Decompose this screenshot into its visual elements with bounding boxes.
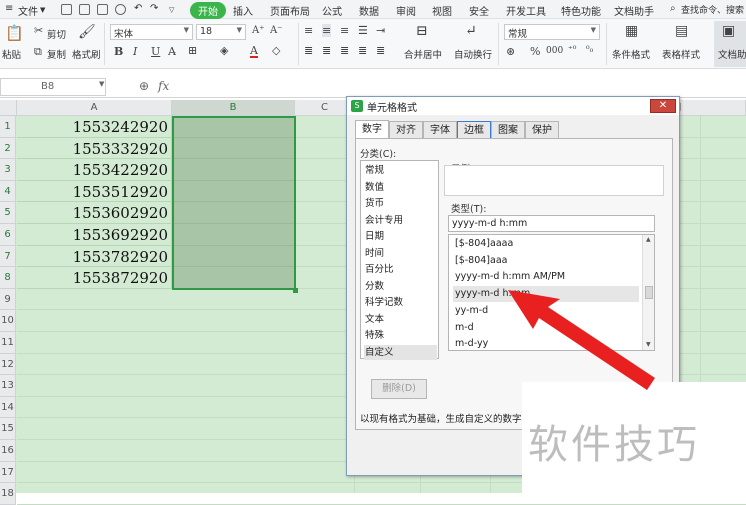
annotation-arrow: [508, 290, 655, 390]
arrow-shape: [508, 290, 655, 390]
